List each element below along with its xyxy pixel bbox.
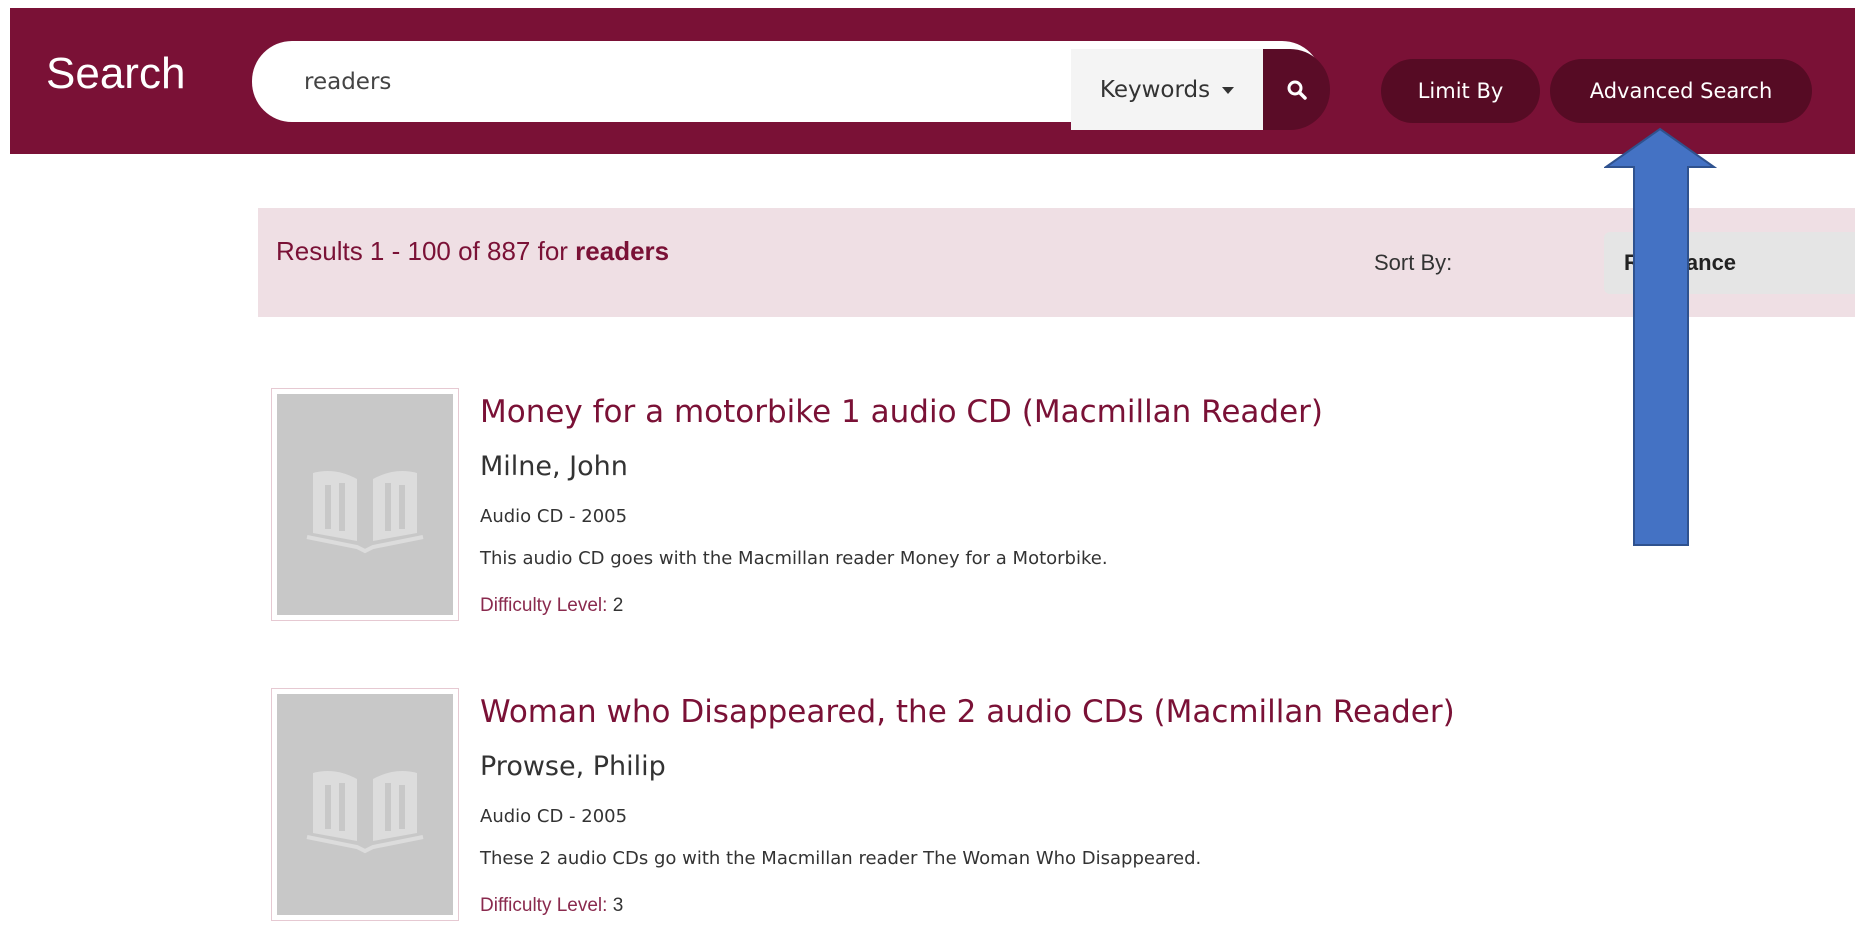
result-description: This audio CD goes with the Macmillan re… <box>480 548 1108 569</box>
result-difficulty: Difficulty Level: 3 <box>480 895 623 917</box>
result-thumbnail[interactable] <box>271 388 459 621</box>
result-title-link[interactable]: Money for a motorbike 1 audio CD (Macmil… <box>480 394 1323 430</box>
result-description: These 2 audio CDs go with the Macmillan … <box>480 848 1202 869</box>
result-author: Prowse, Philip <box>480 751 666 782</box>
search-field-label: Keywords <box>1099 76 1211 103</box>
sort-label: Sort By: <box>1374 250 1453 275</box>
header-title: Search <box>46 49 186 98</box>
advanced-search-button[interactable]: Advanced Search <box>1550 59 1812 123</box>
sort-value-prefix: R <box>1624 250 1640 275</box>
results-count: Results 1 - 100 of 887 for <box>276 236 576 266</box>
difficulty-label: Difficulty Level: <box>480 595 608 616</box>
difficulty-label: Difficulty Level: <box>480 895 608 916</box>
search-field-dropdown[interactable]: Keywords <box>1071 49 1263 130</box>
result-item: Woman who Disappeared, the 2 audio CDs (… <box>271 688 1671 923</box>
book-icon <box>306 770 424 853</box>
result-format: Audio CD - 2005 <box>480 506 628 527</box>
results-bar: Results 1 - 100 of 887 for readers Sort … <box>258 208 1855 317</box>
sort-value-suffix: ance <box>1685 250 1737 275</box>
result-thumbnail[interactable] <box>271 688 459 921</box>
limit-by-button[interactable]: Limit By <box>1381 59 1540 123</box>
search-input[interactable] <box>304 61 1064 103</box>
search-icon <box>1287 80 1307 100</box>
result-item: Money for a motorbike 1 audio CD (Macmil… <box>271 388 1671 623</box>
search-button[interactable] <box>1263 49 1330 130</box>
difficulty-value: 3 <box>612 895 624 916</box>
result-title-link[interactable]: Woman who Disappeared, the 2 audio CDs (… <box>480 694 1455 730</box>
results-query: readers <box>575 236 670 266</box>
result-author: Milne, John <box>480 451 628 482</box>
results-summary: Results 1 - 100 of 887 for readers <box>276 236 669 267</box>
book-icon <box>306 470 424 553</box>
sort-select[interactable]: Rance <box>1604 232 1855 294</box>
difficulty-value: 2 <box>612 595 624 616</box>
search-header: Search Keywords Limit By Advanced Search <box>10 8 1855 154</box>
result-difficulty: Difficulty Level: 2 <box>480 595 623 617</box>
caret-down-icon <box>1222 87 1235 94</box>
result-format: Audio CD - 2005 <box>480 806 628 827</box>
